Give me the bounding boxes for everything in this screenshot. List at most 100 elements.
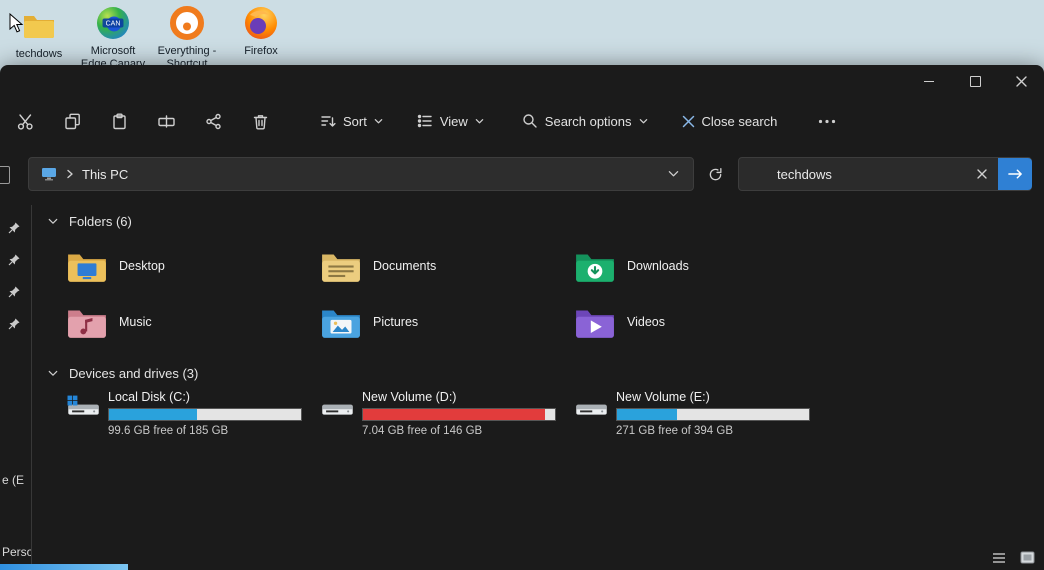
cut-button[interactable] [2,103,49,139]
folder-tile-music[interactable]: Music [48,295,302,349]
view-dropdown[interactable]: View [407,106,494,136]
desktop-icon-label: Firefox [230,45,292,58]
desktop-icon-firefox[interactable]: Firefox [230,3,292,58]
pin-icon[interactable] [8,317,21,330]
desktop-icon-everything[interactable]: Everything - Shortcut [154,3,220,71]
folder-label: Downloads [627,259,689,273]
drive-tile-e[interactable]: New Volume (E:) 271 GB free of 394 GB [556,389,810,445]
capacity-bar-fill [363,409,545,420]
pin-icon[interactable] [8,221,21,234]
drive-tile-c[interactable]: Local Disk (C:) 99.6 GB free of 185 GB [48,389,302,445]
pin-icon[interactable] [8,253,21,266]
sort-dropdown[interactable]: Sort [310,106,393,136]
search-options-label: Search options [545,114,632,129]
copy-button[interactable] [49,103,96,139]
paste-button[interactable] [96,103,143,139]
this-pc-icon [41,167,57,181]
delete-button[interactable] [237,103,284,139]
statusbar-view-toggles [988,549,1038,566]
collapse-chevron-icon [48,218,58,225]
chevron-down-icon [374,117,383,126]
address-dropdown-icon[interactable] [668,170,679,178]
folder-tile-downloads[interactable]: Downloads [556,239,810,293]
search-options-dropdown[interactable]: Search options [512,106,658,136]
downloads-folder-icon [574,249,616,283]
collapse-chevron-icon [48,370,58,377]
clear-search-button[interactable] [970,162,994,186]
folder-tile-desktop[interactable]: Desktop [48,239,302,293]
rename-icon [158,113,175,130]
ellipsis-icon [818,119,836,124]
everything-icon [154,3,220,43]
folder-tile-videos[interactable]: Videos [556,295,810,349]
address-row: This PC [0,157,1044,191]
cut-icon [17,113,34,130]
search-options-icon [522,113,538,129]
maximize-button[interactable] [952,65,998,97]
folder-tile-pictures[interactable]: Pictures [302,295,556,349]
navigation-pane-clipped: e (E Perso [0,205,32,570]
rename-button[interactable] [143,103,190,139]
drives-section-header[interactable]: Devices and drives (3) [48,363,1044,383]
delete-icon [252,113,269,130]
folder-tile-documents[interactable]: Documents [302,239,556,293]
search-submit-button[interactable] [998,158,1032,190]
large-icons-view-icon [1020,551,1035,564]
drive-free-space: 271 GB free of 394 GB [616,425,810,437]
more-options-button[interactable] [803,103,850,139]
local-disk-c-icon [66,389,101,425]
close-search-button[interactable]: Close search [672,107,788,136]
view-label: View [440,114,468,129]
capacity-bar [616,408,810,421]
minimize-button[interactable] [906,65,952,97]
new-volume-d-icon [320,389,355,425]
share-icon [205,113,222,130]
arrow-right-icon [1008,168,1023,180]
pin-icon[interactable] [8,285,21,298]
new-volume-e-icon [574,389,609,425]
drives-grid: Local Disk (C:) 99.6 GB free of 185 GB N… [48,389,1044,445]
folders-section-header[interactable]: Folders (6) [48,211,1044,231]
close-icon [1016,76,1027,87]
chevron-down-icon [639,117,648,126]
sort-label: Sort [343,114,367,129]
search-input[interactable] [739,166,970,183]
desktop-icon-edge-canary[interactable]: CAN Microsoft Edge Canary [80,3,146,71]
chevron-down-icon [475,117,484,126]
sort-icon [320,113,336,129]
capacity-bar-fill [617,409,677,420]
tree-item-clipped[interactable]: Perso [2,545,31,559]
tree-item-clipped[interactable]: e (E [2,473,31,487]
drive-label: Local Disk (C:) [108,390,302,404]
drives-section-title: Devices and drives (3) [69,366,198,381]
titlebar [0,65,1044,97]
large-icons-view-button[interactable] [1016,549,1038,566]
music-folder-icon [66,305,108,339]
view-icon [417,113,433,129]
address-bar[interactable]: This PC [28,157,694,191]
capacity-bar [362,408,556,421]
refresh-button[interactable] [700,159,730,189]
folder-label: Documents [373,259,436,273]
mouse-cursor [9,13,24,34]
clipped-nav-icon [0,166,10,184]
drive-label: New Volume (D:) [362,390,556,404]
breadcrumb-this-pc[interactable]: This PC [82,167,128,182]
share-button[interactable] [190,103,237,139]
capacity-bar-fill [109,409,197,420]
details-view-button[interactable] [988,549,1010,566]
file-explorer-window: Sort View Search options Close search [0,65,1044,570]
desktop-folder-icon [66,249,108,283]
videos-folder-icon [574,305,616,339]
documents-folder-icon [320,249,362,283]
close-button[interactable] [998,65,1044,97]
drive-free-space: 99.6 GB free of 185 GB [108,425,302,437]
drive-tile-d[interactable]: New Volume (D:) 7.04 GB free of 146 GB [302,389,556,445]
details-view-icon [992,552,1006,564]
close-search-icon [682,115,695,128]
maximize-icon [970,76,981,87]
command-toolbar: Sort View Search options Close search [2,99,1044,143]
folders-grid: Desktop Documents [48,239,1044,349]
folder-label: Desktop [119,259,165,273]
firefox-icon [230,3,292,43]
